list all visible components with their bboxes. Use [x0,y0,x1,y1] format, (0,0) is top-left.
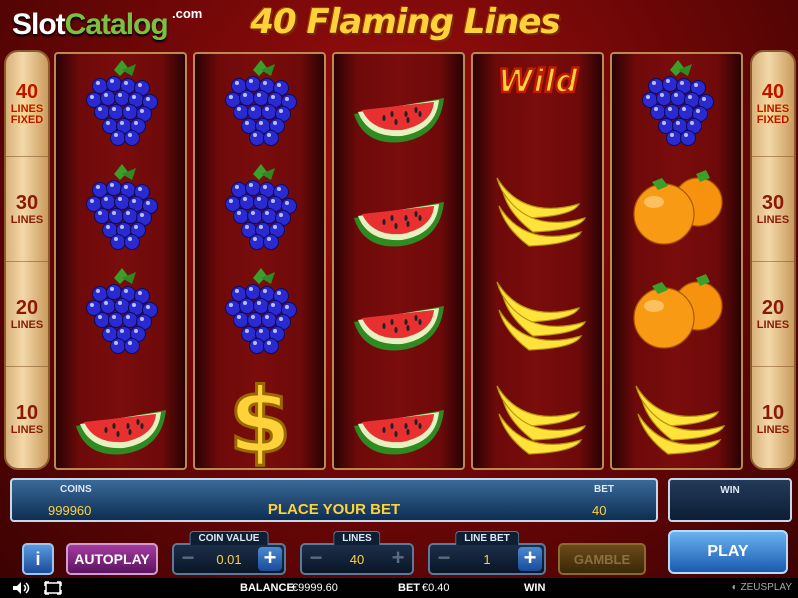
line-option-number: 40 [15,81,39,103]
lines-minus-button[interactable]: − [304,547,328,571]
coin-value-plus-button[interactable]: + [258,547,282,571]
lines-stepper: LINES − 40 + [300,531,414,575]
autoplay-button[interactable]: AUTOPLAY [66,543,158,575]
line-option-label: LINES [756,318,790,331]
reel-4: Wild [471,52,604,470]
line-option-30-right[interactable]: 30 LINES [752,157,794,262]
grapes-symbol [195,158,324,262]
coin-value-display: 0.01 [216,552,242,567]
bet-value: 40 [592,503,607,518]
watermelon-symbol [334,158,463,262]
line-bet-display: 1 [483,552,491,567]
line-option-fixed: FIXED [10,114,44,126]
line-option-number: 10 [761,402,785,424]
line-option-label: LINES [756,424,790,436]
coin-value-minus-button[interactable]: − [176,547,200,571]
lines-caption: LINES [333,531,381,545]
reel-2: $ [193,52,326,470]
win-display: WIN [668,478,792,522]
coin-value-caption: COIN VALUE [189,531,269,545]
line-option-label: LINES [10,424,44,436]
slotcatalog-logo: SlotCatalog .com [12,6,212,48]
line-option-number: 40 [761,81,785,103]
coins-label: COINS [60,484,92,495]
logo-slot-text: Slot [12,8,66,41]
line-selector-left: 40 LINES FIXED 30 LINES 20 LINES 10 LINE… [4,50,50,470]
svg-text:$: $ [228,369,291,468]
coin-value-stepper: COIN VALUE − 0.01 + [172,531,286,575]
line-option-label: LINES [756,213,790,226]
line-selector-right: 40 LINES FIXED 30 LINES 20 LINES 10 LINE… [750,50,796,470]
line-option-40-right[interactable]: 40 LINES FIXED [752,52,794,157]
line-option-number: 30 [761,191,785,214]
line-option-30-left[interactable]: 30 LINES [6,157,48,262]
info-bar: COINS 999960 PLACE YOUR BET BET 40 [10,478,658,522]
grapes-symbol [195,54,324,158]
banana-symbol [473,262,602,366]
line-option-10-right[interactable]: 10 LINES [752,367,794,472]
watermelon-symbol [334,262,463,366]
footer-bet-value: €0.40 [422,582,450,594]
line-bet-plus-button[interactable]: + [518,547,542,571]
logo-catalog-text: Catalog [64,8,169,41]
line-bet-stepper: LINE BET − 1 + [428,531,546,575]
svg-text:Wild: Wild [497,62,578,100]
lines-plus-button[interactable]: + [386,547,410,571]
dollar-symbol: $ [195,366,324,470]
footer-win-label: WIN [524,582,546,594]
banana-symbol [473,366,602,470]
line-option-number: 30 [15,191,39,214]
play-button[interactable]: PLAY [668,530,788,574]
reel-5 [610,52,743,470]
win-label: WIN [720,485,740,496]
footer-balance-value: €9999.60 [292,582,338,594]
lines-display: 40 [349,552,365,567]
banana-symbol [612,366,741,470]
fullscreen-icon[interactable] [44,581,62,598]
provider-name: ZEUSPLAY [740,582,793,593]
line-option-label: LINES [10,318,44,331]
grapes-symbol [56,158,185,262]
grapes-symbol [56,262,185,366]
line-option-label: LINES [10,213,44,226]
watermelon-symbol [56,366,185,470]
reel-1 [54,52,187,470]
status-message: PLACE YOUR BET [267,501,401,518]
info-button[interactable]: i [22,543,54,575]
watermelon-symbol [334,54,463,158]
line-option-20-right[interactable]: 20 LINES [752,262,794,367]
line-option-fixed: FIXED [756,114,790,126]
game-title: 40 Flaming Lines [250,2,560,42]
orange-symbol [612,158,741,262]
footer-balance-label: BALANCE [240,582,294,594]
banana-symbol [473,158,602,262]
wild-symbol: Wild [473,54,602,158]
grapes-symbol [612,54,741,158]
grapes-symbol [195,262,324,366]
footer-bet-label: BET [398,582,420,594]
gamble-button[interactable]: GAMBLE [558,543,646,575]
status-footer: BALANCE €9999.60 BET €0.40 WIN ◐ ZEUSPLA… [0,578,798,598]
grapes-symbol [56,54,185,158]
logo-com-text: .com [172,6,203,21]
provider-logo: ◐ ZEUSPLAY [731,582,793,593]
reel-3 [332,52,465,470]
sound-icon[interactable] [12,581,30,598]
bet-label: BET [594,484,614,495]
line-option-number: 20 [15,296,39,319]
line-option-10-left[interactable]: 10 LINES [6,367,48,472]
watermelon-symbol [334,366,463,470]
line-option-40-left[interactable]: 40 LINES FIXED [6,52,48,157]
line-bet-minus-button[interactable]: − [432,547,456,571]
line-bet-caption: LINE BET [455,531,519,545]
line-option-number: 20 [761,296,785,319]
orange-symbol [612,262,741,366]
line-option-number: 10 [15,402,39,424]
line-option-20-left[interactable]: 20 LINES [6,262,48,367]
